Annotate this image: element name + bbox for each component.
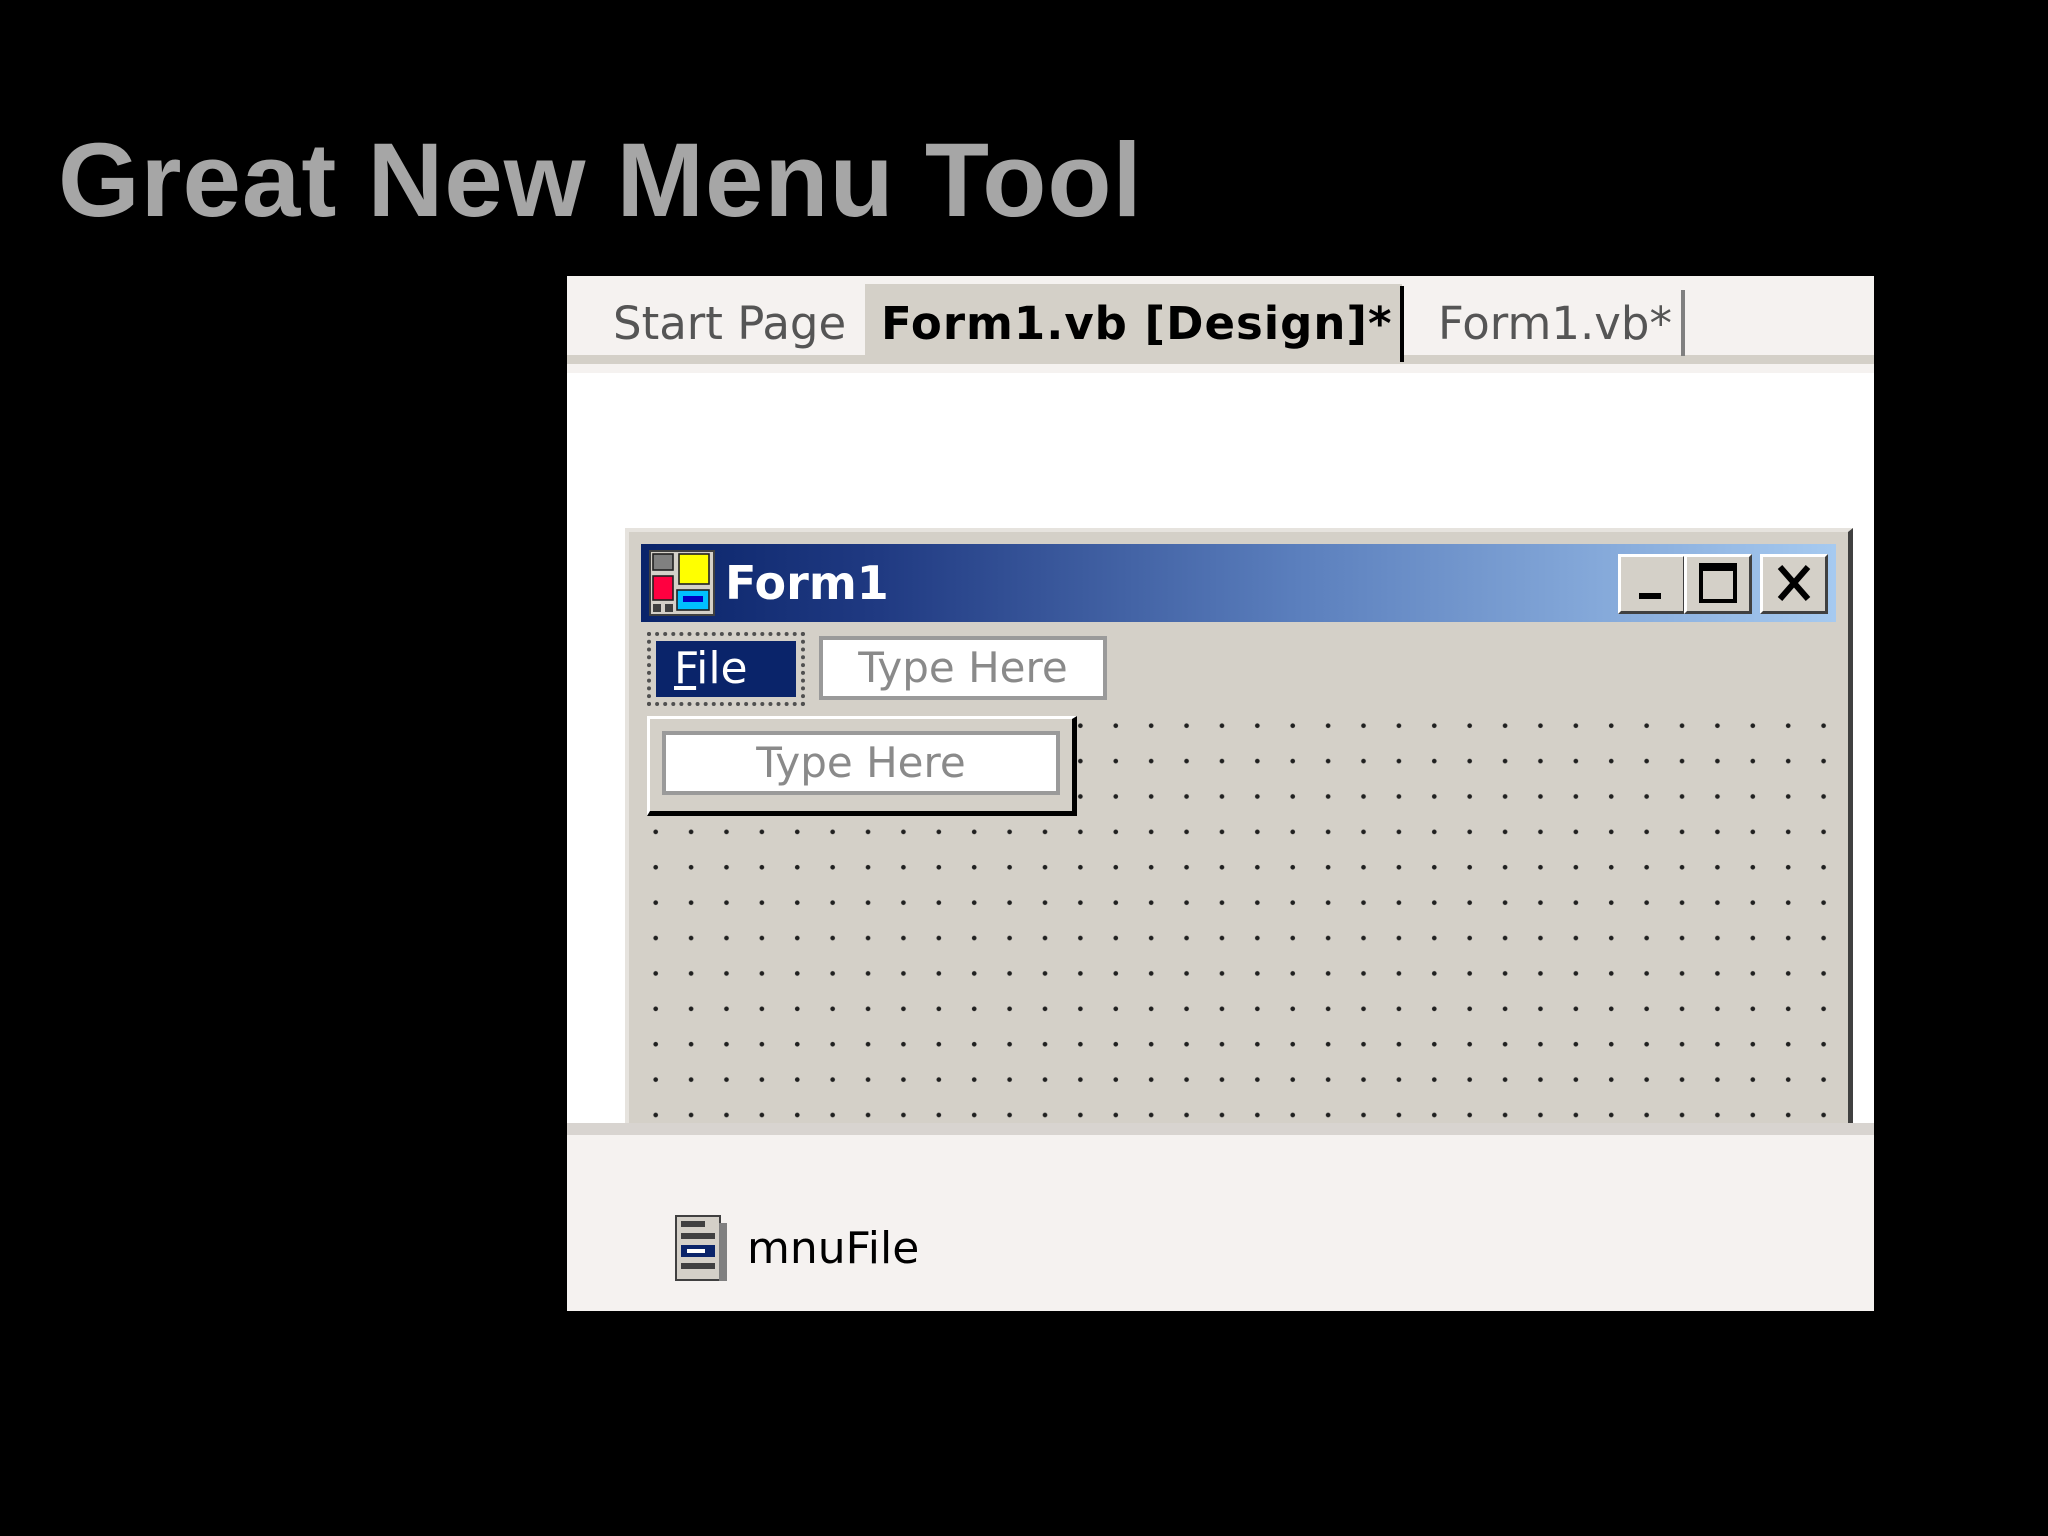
design-surface: Form1 File Type Here Type Here — [567, 373, 1874, 1155]
close-button[interactable] — [1760, 554, 1828, 614]
tab-form1-design[interactable]: Form1.vb [Design]* — [865, 284, 1402, 364]
menu-type-here-dropdown[interactable]: Type Here — [662, 731, 1060, 795]
tab-separator — [1400, 286, 1404, 362]
slide: Great New Menu Tool Start Page Form1.vb … — [0, 0, 2048, 1536]
tab-form1-code[interactable]: Form1.vb* — [1422, 284, 1688, 364]
form-app-icon — [649, 550, 715, 616]
form-title-bar[interactable]: Form1 — [641, 544, 1836, 622]
ide-window: Start Page Form1.vb [Design]* Form1.vb* — [567, 276, 1874, 1311]
component-tray: mnuFile — [567, 1123, 1874, 1311]
close-icon — [1777, 565, 1811, 601]
document-tab-bar: Start Page Form1.vb [Design]* Form1.vb* — [567, 276, 1874, 364]
component-label: mnuFile — [747, 1223, 920, 1274]
maximize-button[interactable] — [1684, 554, 1752, 614]
menu-item-file[interactable]: File — [647, 632, 805, 706]
form-window[interactable]: Form1 File Type Here Type Here — [625, 528, 1853, 1155]
form-title: Form1 — [725, 556, 889, 610]
tab-separator — [1681, 290, 1685, 356]
minimize-button[interactable] — [1618, 554, 1686, 614]
tab-start-page[interactable]: Start Page — [597, 284, 862, 364]
maximize-icon — [1699, 563, 1737, 603]
menu-strip: File Type Here — [641, 630, 1836, 706]
main-menu-component-icon — [675, 1215, 727, 1281]
menu-type-here-top[interactable]: Type Here — [819, 636, 1107, 700]
minimize-icon — [1639, 593, 1661, 599]
menu-item-file-label: File — [656, 641, 796, 697]
file-dropdown-menu: Type Here — [647, 716, 1077, 816]
slide-title: Great New Menu Tool — [58, 122, 1143, 239]
